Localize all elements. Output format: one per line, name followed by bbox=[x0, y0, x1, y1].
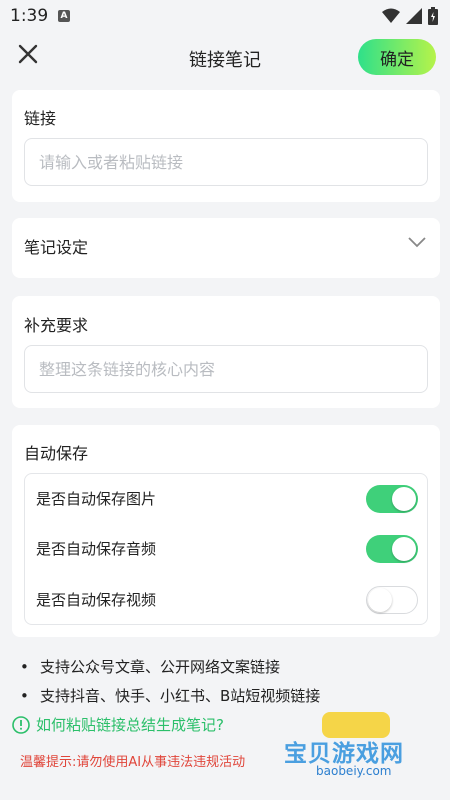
help-link-text: 如何粘贴链接总结生成笔记? bbox=[36, 716, 224, 734]
note-settings-dropdown[interactable]: 笔记设定 bbox=[12, 218, 440, 278]
toggle-knob bbox=[392, 487, 416, 511]
extra-requirements-input[interactable] bbox=[25, 346, 427, 392]
link-input-box bbox=[24, 138, 428, 186]
list-item: 支持抖音、快手、小红书、B站短视频链接 bbox=[20, 684, 430, 713]
help-link[interactable]: 如何粘贴链接总结生成笔记? bbox=[12, 714, 224, 735]
toggle-label-video: 是否自动保存视频 bbox=[36, 591, 157, 609]
extra-requirements-label: 补充要求 bbox=[24, 316, 89, 335]
list-item: 支持公众号文章、公开网络文案链接 bbox=[20, 655, 430, 684]
notification-icon: A bbox=[58, 10, 70, 22]
link-card: 链接 bbox=[12, 90, 440, 202]
info-icon bbox=[12, 715, 30, 734]
status-bar: 1:39 A bbox=[0, 0, 450, 32]
toggle-row-video: 是否自动保存视频 bbox=[25, 575, 429, 627]
tips-list: 支持公众号文章、公开网络文案链接 支持抖音、快手、小红书、B站短视频链接 bbox=[20, 655, 430, 713]
header: 链接笔记 确定 bbox=[0, 34, 450, 84]
save-audio-toggle[interactable] bbox=[366, 535, 418, 563]
confirm-button[interactable]: 确定 bbox=[358, 39, 436, 75]
auto-save-label: 自动保存 bbox=[24, 444, 89, 463]
warning-text: 温馨提示:请勿使用AI从事违法违规活动 bbox=[20, 755, 246, 770]
toggle-label-audio: 是否自动保存音频 bbox=[36, 540, 157, 558]
auto-save-options: 是否自动保存图片 是否自动保存音频 是否自动保存视频 bbox=[24, 473, 428, 625]
extra-input-box bbox=[24, 345, 428, 393]
watermark-url: baobeiy.com bbox=[316, 764, 392, 778]
wifi-icon bbox=[382, 8, 400, 23]
chevron-down-icon bbox=[408, 237, 426, 248]
extra-requirements-card: 补充要求 bbox=[12, 296, 440, 408]
watermark-title: 宝贝游戏网 bbox=[284, 741, 404, 767]
status-time: 1:39 bbox=[10, 6, 49, 26]
signal-icon bbox=[406, 8, 422, 24]
note-settings-label: 笔记设定 bbox=[24, 238, 89, 257]
toggle-label-image: 是否自动保存图片 bbox=[36, 490, 157, 508]
save-image-toggle[interactable] bbox=[366, 485, 418, 513]
toggle-knob bbox=[392, 537, 416, 561]
toggle-row-audio: 是否自动保存音频 bbox=[25, 524, 429, 576]
toggle-knob bbox=[368, 588, 392, 612]
save-video-toggle[interactable] bbox=[366, 586, 418, 614]
watermark-logo: 宝贝游戏网 baobeiy.com bbox=[284, 712, 434, 782]
link-input[interactable] bbox=[25, 139, 427, 185]
toggle-row-image: 是否自动保存图片 bbox=[25, 474, 429, 526]
auto-save-card: 自动保存 是否自动保存图片 是否自动保存音频 是否自动保存视频 bbox=[12, 425, 440, 637]
status-icons bbox=[382, 7, 438, 25]
battery-icon bbox=[428, 7, 438, 25]
link-label: 链接 bbox=[24, 109, 57, 128]
